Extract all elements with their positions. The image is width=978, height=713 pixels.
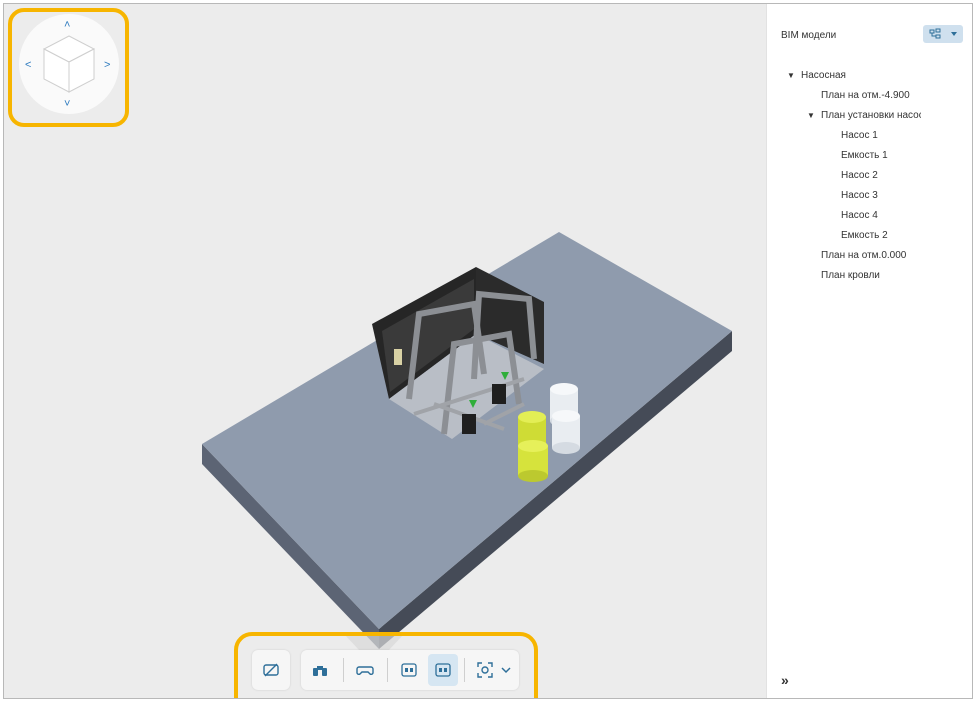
- tree-toggle-icon[interactable]: ▼: [787, 71, 795, 80]
- toolbar-divider: [464, 658, 465, 682]
- tanks-yellow: [518, 411, 548, 482]
- chevron-down-icon: [951, 32, 957, 36]
- 3d-viewport[interactable]: ˄ ˂ ˃ ˅: [4, 4, 766, 698]
- hide-markers-button[interactable]: [256, 654, 286, 686]
- navigation-cube[interactable]: ˄ ˂ ˃ ˅: [19, 14, 119, 114]
- panel-title: BIM модели: [781, 30, 837, 41]
- panel-board: [394, 349, 402, 365]
- tree-toggle-icon[interactable]: ▼: [807, 111, 815, 120]
- tree-item-plan-minus-4900[interactable]: План на отм.-4.900: [821, 90, 910, 101]
- view-2d-button[interactable]: [394, 654, 424, 686]
- tree-item-roof-plan[interactable]: План кровли: [821, 270, 880, 281]
- focus-options-dropdown[interactable]: [495, 654, 517, 686]
- model-tree-icon: [929, 28, 957, 39]
- view-3d-button[interactable]: [428, 654, 458, 686]
- tree-item-pump-3[interactable]: Насос 3: [841, 190, 878, 201]
- tanks-white: [550, 383, 580, 454]
- tree-item-pump-1[interactable]: Насос 1: [841, 130, 878, 141]
- chevron-down-icon: [501, 667, 511, 674]
- binoculars-icon: [313, 666, 327, 676]
- focus-frame-icon: [477, 662, 493, 678]
- gamepad-icon: [356, 666, 374, 676]
- tree-item-plan-0000[interactable]: План на отм.0.000: [821, 250, 906, 261]
- tree-item-pump-4[interactable]: Насос 4: [841, 210, 878, 221]
- tree-item-pump-installation-plan[interactable]: План установки насосов: [821, 110, 921, 121]
- app-window: ˄ ˂ ˃ ˅ BIM модели ▼ Насосная План на от…: [3, 3, 973, 699]
- 2d-view-icon: [401, 663, 417, 677]
- hide-markers-icon: [263, 663, 279, 677]
- tree-item-tank-1[interactable]: Емкость 1: [841, 150, 888, 161]
- model-selector-button[interactable]: [923, 25, 963, 43]
- toolbar-divider: [343, 658, 344, 682]
- collapse-panel-button[interactable]: »: [781, 672, 789, 688]
- tree-item-pump-2[interactable]: Насос 2: [841, 170, 878, 181]
- binoculars-button[interactable]: [305, 654, 335, 686]
- 3d-view-icon: [435, 663, 451, 677]
- toolbar-group-views: [301, 650, 519, 690]
- pump-box-2: [492, 384, 506, 404]
- pump-box-1: [462, 414, 476, 434]
- tree-item-tank-2[interactable]: Емкость 2: [841, 230, 888, 241]
- view-cube-icon[interactable]: [19, 14, 119, 114]
- toolbar-group-markers: [252, 650, 290, 690]
- game-mode-button[interactable]: [350, 654, 380, 686]
- tree-item-pumping-station[interactable]: Насосная: [801, 70, 846, 81]
- toolbar-divider: [387, 658, 388, 682]
- bim-models-panel: BIM модели ▼ Насосная План на отм.-4.900…: [766, 4, 972, 698]
